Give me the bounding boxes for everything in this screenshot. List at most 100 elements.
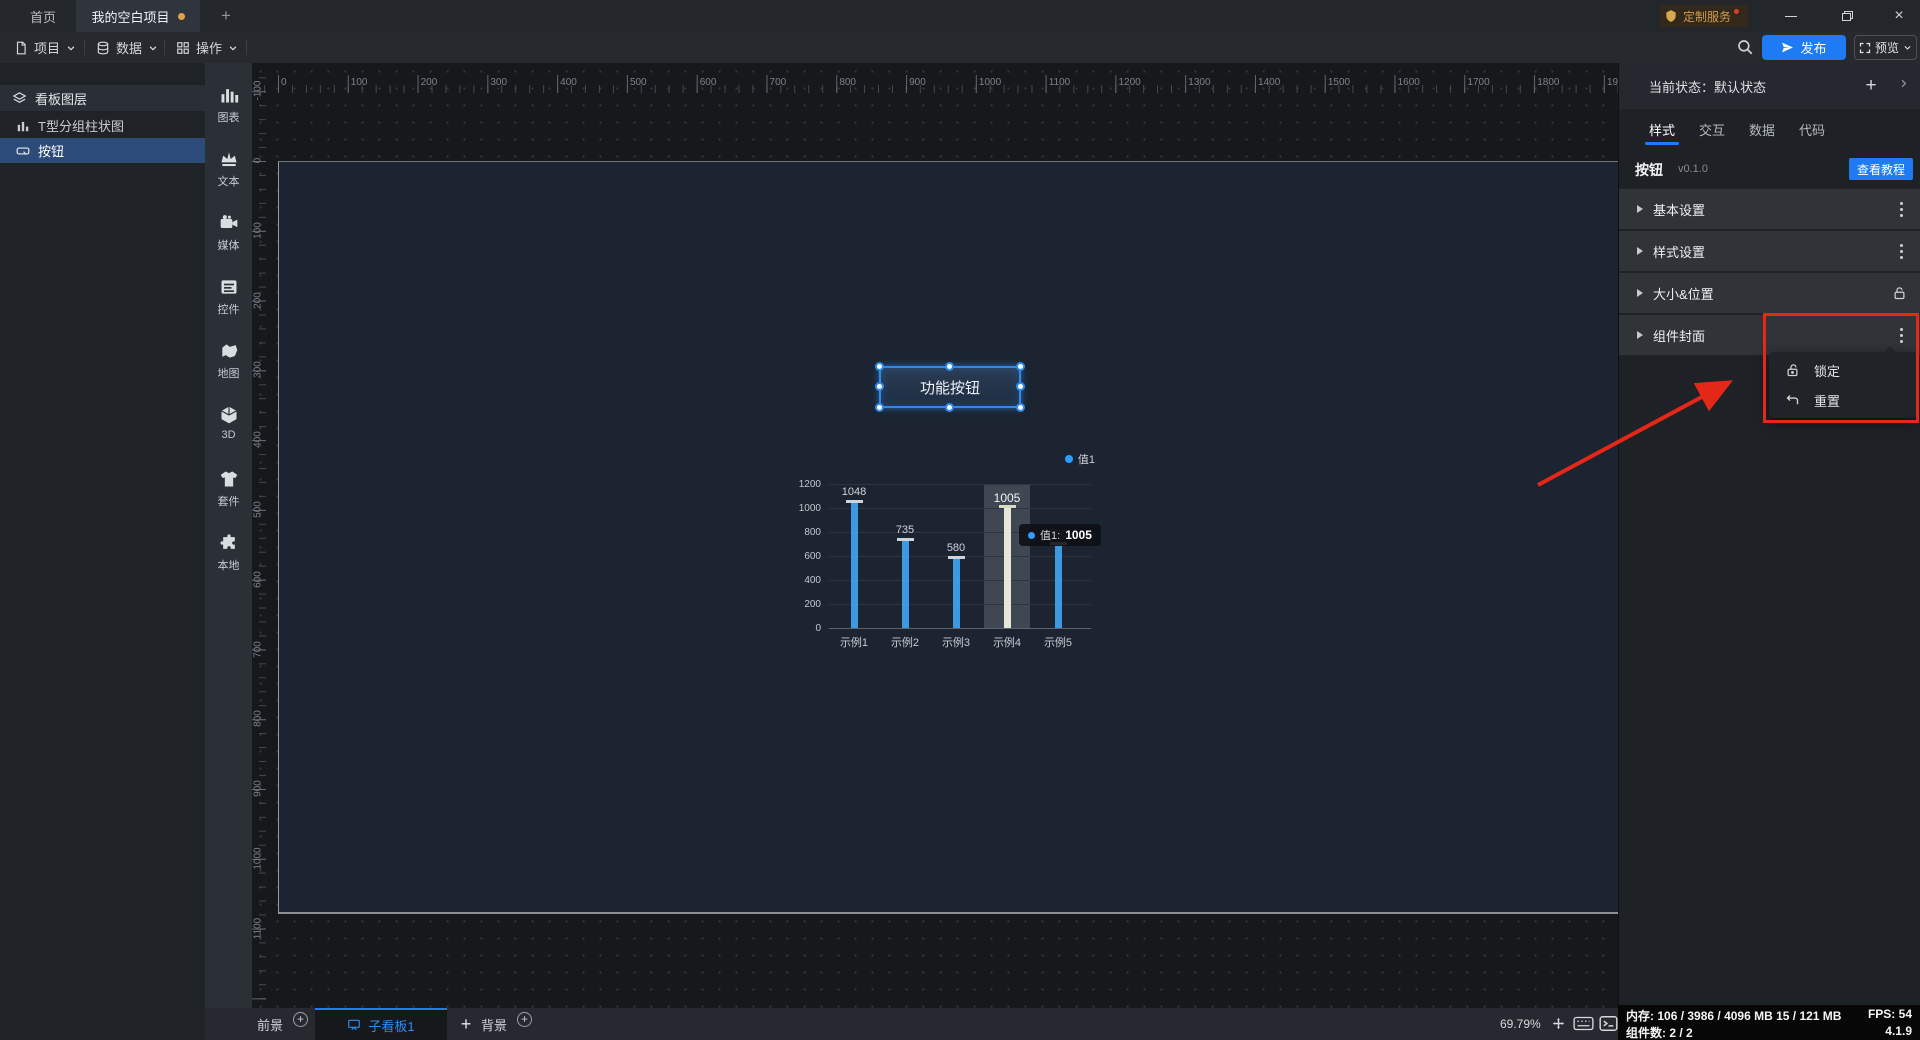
chart-bar [901,539,909,628]
resize-handle-ne[interactable] [1016,362,1025,371]
custom-service-badge[interactable]: 定制服务 [1659,5,1748,27]
sidebar-item-3d[interactable]: 3D [205,405,252,455]
resize-handle-se[interactable] [1016,403,1025,412]
tab-label: 数据 [1749,122,1776,138]
sidebar-item-local[interactable]: 本地 [205,533,252,583]
ruler-label: 1000 [252,847,264,870]
sidebar-item-text[interactable]: 文本 [205,149,252,199]
chart-bar [952,558,960,628]
layer-item-button[interactable]: 按钮 [0,138,205,163]
background-button[interactable]: 背景 [481,1008,507,1040]
custom-service-label: 定制服务 [1682,9,1731,24]
ruler-label: 600 [252,570,264,588]
foreground-button[interactable]: 前景 [257,1008,283,1040]
shortcut-keys-button[interactable] [1573,1015,1594,1032]
resize-handle-nw[interactable] [875,362,884,371]
ruler-label: 100 [252,221,264,239]
minimize-button[interactable] [1774,0,1808,32]
ruler-label: 800 [252,710,264,728]
resize-handle-e[interactable] [1016,382,1025,391]
chart-value-label: 1048 [841,486,867,499]
sidebar-item-controls[interactable]: 控件 [205,277,252,327]
new-tab-button[interactable]: + [212,0,240,32]
menu-project[interactable]: 项目 [14,32,76,63]
tab-label: 交互 [1699,122,1726,138]
sidebar-item-label: 3D [221,429,236,441]
selected-button-component[interactable]: 功能按钮 [875,362,1025,412]
artboard[interactable]: 功能按钮 0 200 400 600 800 1000 1200 1048 示例1 735 示例2 5… [278,161,1618,914]
chart-grid-line [829,508,1091,509]
lock-icon[interactable] [1892,286,1907,301]
resize-handle-s[interactable] [945,403,954,412]
ruler-label: 1100 [252,917,264,939]
kebab-menu-icon[interactable] [1896,198,1907,221]
sidebar-item-map[interactable]: 地图 [205,341,252,391]
ruler-label: 800 [839,77,856,88]
tab-interaction[interactable]: 交互 [1699,109,1725,149]
resize-handle-w[interactable] [875,382,884,391]
add-background-button[interactable]: + [517,1012,532,1027]
resize-handle-sw[interactable] [875,403,884,412]
app-version: 4.1.9 [1885,1024,1912,1038]
fit-screen-button[interactable] [1550,1015,1567,1032]
close-icon: × [1894,7,1904,24]
collapse-arrow-icon [1637,331,1643,339]
chart-ytick-label: 600 [804,551,821,562]
zoom-level[interactable]: 69.79% [1500,1008,1541,1040]
menu-item-lock[interactable]: 锁定 [1769,355,1917,385]
chart-icon [221,89,238,103]
search-button[interactable] [1736,38,1756,58]
tab-project-label: 我的空白项目 [91,9,170,25]
board-tab-active[interactable]: 子看板1 [315,1008,447,1040]
ruler-label: 400 [560,77,577,88]
chart-bar-cap [947,556,965,560]
section-basic-settings[interactable]: 基本设置 [1619,189,1920,229]
menu-item-reset[interactable]: 重置 [1769,385,1917,415]
section-size-position[interactable]: 大小&位置 [1619,273,1920,313]
puzzle-icon [219,534,235,549]
legend-dot [1064,455,1073,463]
console-button[interactable] [1599,1015,1618,1032]
tab-project[interactable]: 我的空白项目 [76,0,200,32]
tutorial-button[interactable]: 查看教程 [1848,158,1913,180]
menu-actions[interactable]: 操作 [176,32,238,63]
ruler-label: 900 [252,780,264,797]
grouped-bar-chart-icon [17,121,29,131]
ruler-label: 500 [629,77,647,88]
add-foreground-button[interactable]: + [293,1012,308,1027]
section-style-settings[interactable]: 样式设置 [1619,231,1920,271]
ruler-label: 400 [252,431,264,448]
kebab-menu-icon[interactable] [1896,240,1907,263]
add-board-button[interactable]: + [453,1008,479,1040]
add-state-button[interactable]: + [1861,75,1881,96]
chart-legend[interactable]: 值1 [1064,451,1095,467]
layers-panel-header[interactable]: 看板图层 [0,85,205,111]
maximize-button[interactable] [1830,0,1864,32]
close-button[interactable]: × [1882,0,1916,32]
tab-style[interactable]: 样式 [1644,109,1680,149]
ruler-label: 1300 [1188,77,1211,88]
tab-code[interactable]: 代码 [1799,109,1825,149]
layer-item-label: 按钮 [38,144,65,159]
toolbar-separator [164,40,165,55]
current-state-text: 当前状态：默认状态 [1649,79,1767,95]
tab-data[interactable]: 数据 [1749,109,1775,149]
expand-states-button[interactable] [1898,78,1909,89]
section-component-cover[interactable]: 组件封面 [1619,315,1920,355]
canvas[interactable]: 0 100 200 300 400 500 600 700 800 900 1000 1100 1200… [252,63,1618,1008]
sidebar-item-charts[interactable]: 图表 [205,85,252,135]
resize-handle-n[interactable] [945,362,954,371]
menu-data[interactable]: 数据 [96,32,158,63]
bar-chart-component[interactable]: 0 200 400 600 800 1000 1200 1048 示例1 735 示例2 580 示例3… [791,446,1103,660]
kebab-menu-icon[interactable] [1896,324,1907,347]
layer-item-grouped-bar[interactable]: T型分组柱状图 [0,113,205,138]
section-context-menu: 锁定 重置 [1769,346,1917,418]
tab-home[interactable]: 首页 [12,0,74,32]
collapse-arrow-icon [1637,247,1643,255]
ruler-label: 0 [281,77,287,88]
sidebar-item-kits[interactable]: 套件 [205,469,252,519]
publish-button[interactable]: 发布 [1762,35,1846,60]
chart-bar-cap [896,537,914,541]
preview-button[interactable]: 预览 [1854,35,1917,60]
sidebar-item-media[interactable]: 媒体 [205,213,252,263]
